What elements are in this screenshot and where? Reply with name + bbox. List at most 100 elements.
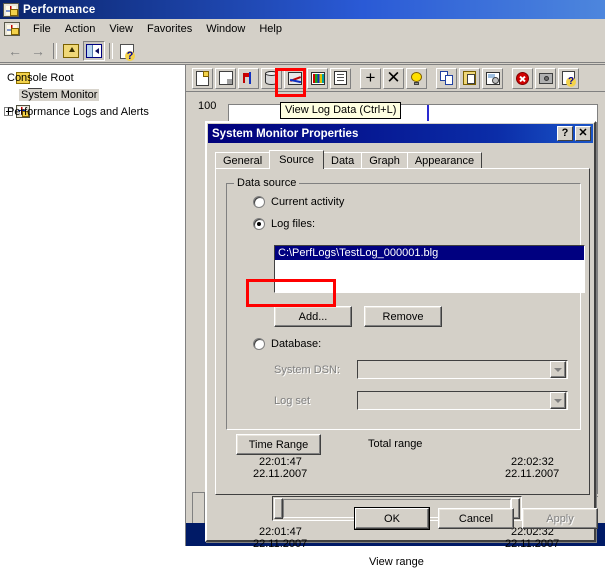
radio-database[interactable]: Database: <box>253 338 321 350</box>
view-chart-icon[interactable] <box>284 67 305 89</box>
console-document-icon <box>4 22 20 36</box>
tree-item-performance-logs-and-alerts[interactable]: Performance Logs and Alerts <box>0 103 185 120</box>
radio-button-icon[interactable] <box>253 218 265 230</box>
apply-button-label: Apply <box>546 512 574 525</box>
toolbar-separator-2 <box>109 43 113 59</box>
view-start-time: 22:01:47 <box>259 526 302 538</box>
radio-log-files[interactable]: Log files: <box>253 218 315 230</box>
lightbulb-glyph <box>411 71 422 85</box>
camera-glyph <box>538 72 553 84</box>
tab-label: General <box>223 155 263 167</box>
menu-item-view[interactable]: View <box>102 21 140 37</box>
properties-icon[interactable] <box>482 67 503 89</box>
remove-button-label: Remove <box>382 310 424 323</box>
apply-button[interactable]: Apply <box>522 508 598 529</box>
radio-button-icon[interactable] <box>253 196 265 208</box>
tab-label: Appearance <box>414 155 475 167</box>
data-source-groupbox: Data source Current activity Log files: … <box>226 177 585 430</box>
console-toolbar: ← → <box>0 40 605 63</box>
radio-current-activity[interactable]: Current activity <box>253 196 344 208</box>
help-icon[interactable] <box>116 41 138 61</box>
new-counter-set-icon[interactable] <box>192 67 213 89</box>
new-counter-set-glyph <box>196 70 209 86</box>
highlight-icon[interactable] <box>406 67 427 89</box>
view-log-data-icon[interactable] <box>261 67 282 89</box>
add-button-label: Add... <box>298 310 328 323</box>
add-counter-icon[interactable]: + <box>360 67 381 89</box>
log-files-listbox[interactable]: C:\PerfLogs\TestLog_000001.blg <box>274 245 585 293</box>
time-range-button-label: Time Range <box>248 438 309 451</box>
dialog-close-button[interactable]: ✕ <box>575 126 591 141</box>
ok-button[interactable]: OK <box>354 507 430 530</box>
toolbar-separator <box>53 43 57 59</box>
report-glyph <box>334 71 347 85</box>
current-activity-glyph <box>242 71 256 85</box>
dialog-help-button[interactable]: ? <box>557 126 573 141</box>
red-x-glyph <box>516 71 529 85</box>
total-start-time: 22:01:47 <box>259 456 302 468</box>
performance-mmc-window: Performance File Action View Favorites W… <box>0 0 605 568</box>
graph-help-icon[interactable] <box>558 67 579 89</box>
menu-item-action[interactable]: Action <box>58 21 103 37</box>
menu-item-window[interactable]: Window <box>199 21 252 37</box>
tree-item-label: Performance Logs and Alerts <box>7 105 149 118</box>
tree-item-label: System Monitor <box>19 88 100 101</box>
system-monitor-properties-dialog: System Monitor Properties ? ✕ General So… <box>205 121 598 568</box>
update-data-icon[interactable] <box>535 67 556 89</box>
chart-y-axis-max-label: 100 <box>198 100 217 112</box>
help-glyph <box>562 71 576 87</box>
time-range-button[interactable]: Time Range <box>236 434 321 455</box>
menu-bar: File Action View Favorites Window Help <box>0 19 605 40</box>
forward-arrow-glyph: → <box>31 43 45 59</box>
paste-glyph <box>463 71 476 85</box>
total-range-label: Total range <box>368 438 423 450</box>
console-tree-icon <box>86 44 102 58</box>
tab-source[interactable]: Source <box>269 150 324 169</box>
cancel-button[interactable]: Cancel <box>438 508 514 529</box>
view-current-activity-icon[interactable] <box>238 67 259 89</box>
console-tree-pane[interactable]: Console Root System Monitor Performance … <box>0 64 186 546</box>
back-arrow-icon[interactable]: ← <box>4 41 26 61</box>
tab-general[interactable]: General <box>215 152 271 169</box>
clear-display-icon[interactable] <box>215 67 236 89</box>
log-set-combobox[interactable] <box>357 391 568 410</box>
copy-properties-icon[interactable] <box>436 67 457 89</box>
log-file-list-item[interactable]: C:\PerfLogs\TestLog_000001.blg <box>275 246 584 260</box>
tab-label: Source <box>279 154 314 166</box>
add-button[interactable]: Add... <box>274 306 352 327</box>
remove-button[interactable]: Remove <box>364 306 442 327</box>
tree-item-system-monitor[interactable]: System Monitor <box>0 86 185 103</box>
tab-label: Data <box>331 155 355 167</box>
menu-item-favorites[interactable]: Favorites <box>140 21 199 37</box>
up-one-level-icon[interactable] <box>60 41 82 61</box>
show-hide-console-tree-icon[interactable] <box>83 41 105 61</box>
total-end-date: 22.11.2007 <box>505 468 560 480</box>
tree-item-console-root[interactable]: Console Root <box>0 69 185 86</box>
view-histogram-icon[interactable] <box>307 67 328 89</box>
chevron-down-icon[interactable] <box>550 361 566 378</box>
window-titlebar: Performance <box>0 0 605 19</box>
system-monitor-toolbar: + ✕ <box>186 65 605 92</box>
clear-display-glyph <box>218 71 233 85</box>
delete-counter-icon[interactable]: ✕ <box>383 67 404 89</box>
menu-item-file[interactable]: File <box>26 21 58 37</box>
system-dsn-combobox[interactable] <box>357 360 568 379</box>
view-start-date: 22.11.2007 <box>253 538 308 550</box>
chevron-down-icon[interactable] <box>550 392 566 409</box>
menu-item-help[interactable]: Help <box>252 21 289 37</box>
view-report-icon[interactable] <box>330 67 351 89</box>
tab-label: Graph <box>369 155 400 167</box>
tab-appearance[interactable]: Appearance <box>406 152 483 169</box>
freeze-display-icon[interactable] <box>512 67 533 89</box>
tab-data[interactable]: Data <box>323 152 363 169</box>
tab-graph[interactable]: Graph <box>361 152 408 169</box>
log-cylinder-glyph <box>265 71 278 85</box>
range-start-handle[interactable] <box>274 498 283 519</box>
paste-counter-list-icon[interactable] <box>459 67 480 89</box>
properties-glyph <box>485 71 500 85</box>
forward-arrow-icon[interactable]: → <box>27 41 49 61</box>
histogram-glyph <box>310 71 325 85</box>
radio-button-icon[interactable] <box>253 338 265 350</box>
ok-button-inner: OK <box>355 508 429 529</box>
total-start-date: 22.11.2007 <box>253 468 308 480</box>
